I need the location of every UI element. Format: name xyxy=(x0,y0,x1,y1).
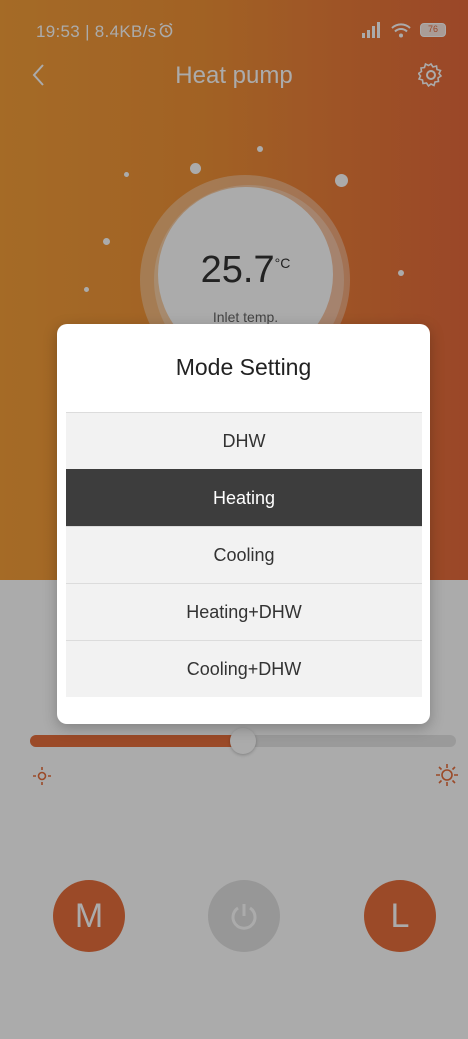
mode-options-list: DHW Heating Cooling Heating+DHW Cooling+… xyxy=(66,412,422,697)
mode-option-cooling-dhw[interactable]: Cooling+DHW xyxy=(66,640,422,697)
mode-option-heating-dhw[interactable]: Heating+DHW xyxy=(66,583,422,640)
dialog-title: Mode Setting xyxy=(175,354,312,380)
mode-setting-dialog: Mode Setting DHW Heating Cooling Heating… xyxy=(57,324,430,724)
mode-option-heating[interactable]: Heating xyxy=(66,469,422,526)
mode-option-cooling[interactable]: Cooling xyxy=(66,526,422,583)
mode-option-dhw[interactable]: DHW xyxy=(66,412,422,469)
screen: 19:53 | 8.4KB/s 76 Heat pump 25.7°C Inle… xyxy=(0,0,468,1039)
